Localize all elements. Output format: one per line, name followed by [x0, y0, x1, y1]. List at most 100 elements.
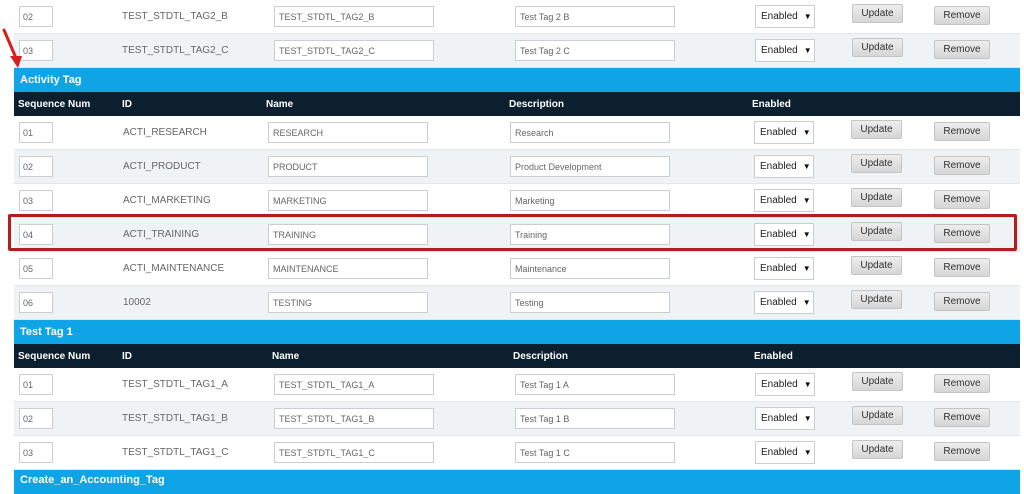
tag-name-input[interactable]: [274, 374, 434, 395]
enabled-select-value: Enabled: [760, 297, 797, 308]
update-button[interactable]: Update: [851, 188, 902, 207]
tag-table-container: TEST_STDTL_TAG2_B Enabled ▼ Update Remove TES…: [14, 0, 1020, 494]
tag-description-input[interactable]: [515, 442, 675, 463]
tag-description-input[interactable]: [515, 374, 675, 395]
update-button[interactable]: Update: [852, 38, 903, 57]
enabled-select[interactable]: Enabled ▼: [755, 373, 815, 396]
sequence-num-input[interactable]: [19, 122, 53, 143]
tag-description-input[interactable]: [515, 6, 675, 27]
tag-name-input[interactable]: [268, 122, 428, 143]
chevron-down-icon: ▼: [803, 414, 812, 423]
tag-description-input[interactable]: [510, 156, 670, 177]
tag-id: 10002: [123, 297, 151, 308]
tag-description-input[interactable]: [510, 292, 670, 313]
header-sequence-num: Sequence Num: [18, 351, 91, 362]
table-row: TEST_STDTL_TAG1_C Enabled ▼ Update Remove: [14, 436, 1020, 470]
enabled-select[interactable]: Enabled ▼: [754, 189, 814, 212]
remove-button[interactable]: Remove: [934, 374, 990, 393]
header-id: ID: [122, 99, 132, 110]
section-title-next: Create_an_Accounting_Tag: [14, 470, 1020, 494]
update-button[interactable]: Update: [852, 4, 903, 23]
remove-button[interactable]: Remove: [934, 292, 990, 311]
sequence-num-input[interactable]: [19, 6, 53, 27]
tag-description-input[interactable]: [510, 122, 670, 143]
update-button[interactable]: Update: [851, 120, 902, 139]
sequence-num-input[interactable]: [19, 156, 53, 177]
remove-button[interactable]: Remove: [934, 6, 990, 25]
remove-button[interactable]: Remove: [934, 190, 990, 209]
table-header-tag1: Sequence Num ID Name Description Enabled: [14, 344, 1020, 368]
enabled-select[interactable]: Enabled ▼: [755, 5, 815, 28]
chevron-down-icon: ▼: [802, 128, 811, 137]
tag-description-input[interactable]: [515, 40, 675, 61]
header-enabled: Enabled: [752, 99, 791, 110]
update-button[interactable]: Update: [852, 372, 903, 391]
update-button[interactable]: Update: [852, 406, 903, 425]
tag-name-input[interactable]: [274, 442, 434, 463]
enabled-select[interactable]: Enabled ▼: [754, 291, 814, 314]
tag-name-input[interactable]: [268, 156, 428, 177]
sequence-num-input[interactable]: [19, 408, 53, 429]
tag-name-input[interactable]: [268, 258, 428, 279]
tag-id: TEST_STDTL_TAG1_A: [122, 379, 228, 390]
tag-name-input[interactable]: [274, 408, 434, 429]
header-sequence-num: Sequence Num: [18, 99, 91, 110]
table-row: ACTI_MARKETING Enabled ▼ Update Remove: [14, 184, 1020, 218]
table-row: ACTI_TRAINING Enabled ▼ Update Remove: [14, 218, 1020, 252]
tag-description-input[interactable]: [510, 258, 670, 279]
update-button[interactable]: Update: [852, 440, 903, 459]
enabled-select-value: Enabled: [760, 161, 797, 172]
table-row: ACTI_PRODUCT Enabled ▼ Update Remove: [14, 150, 1020, 184]
tag-description-input[interactable]: [515, 408, 675, 429]
update-button[interactable]: Update: [851, 222, 902, 241]
enabled-select[interactable]: Enabled ▼: [755, 39, 815, 62]
remove-button[interactable]: Remove: [934, 224, 990, 243]
enabled-select-value: Enabled: [760, 127, 797, 138]
tag-name-input[interactable]: [274, 6, 434, 27]
table-row: 10002 Enabled ▼ Update Remove: [14, 286, 1020, 320]
sequence-num-input[interactable]: [19, 224, 53, 245]
remove-button[interactable]: Remove: [934, 442, 990, 461]
remove-button[interactable]: Remove: [934, 258, 990, 277]
remove-button[interactable]: Remove: [934, 408, 990, 427]
enabled-select-value: Enabled: [761, 447, 798, 458]
sequence-num-input[interactable]: [19, 258, 53, 279]
enabled-select-value: Enabled: [760, 195, 797, 206]
tag-name-input[interactable]: [268, 224, 428, 245]
tag-description-input[interactable]: [510, 190, 670, 211]
chevron-down-icon: ▼: [802, 298, 811, 307]
tag-id: TEST_STDTL_TAG2_C: [122, 45, 229, 56]
enabled-select[interactable]: Enabled ▼: [755, 441, 815, 464]
remove-button[interactable]: Remove: [934, 40, 990, 59]
chevron-down-icon: ▼: [802, 162, 811, 171]
update-button[interactable]: Update: [851, 256, 902, 275]
update-button[interactable]: Update: [851, 154, 902, 173]
tag-description-input[interactable]: [510, 224, 670, 245]
sequence-num-input[interactable]: [19, 292, 53, 313]
enabled-select-value: Enabled: [761, 413, 798, 424]
remove-button[interactable]: Remove: [934, 156, 990, 175]
chevron-down-icon: ▼: [802, 264, 811, 273]
enabled-select-value: Enabled: [760, 229, 797, 240]
sequence-num-input[interactable]: [19, 442, 53, 463]
tag1-section-rows: TEST_STDTL_TAG1_AEnabled▼UpdateRemoveTES…: [14, 368, 1020, 470]
tag-name-input[interactable]: [274, 40, 434, 61]
tag-id: TEST_STDTL_TAG2_B: [122, 11, 228, 22]
enabled-select[interactable]: Enabled ▼: [754, 257, 814, 280]
enabled-select[interactable]: Enabled ▼: [754, 121, 814, 144]
chevron-down-icon: ▼: [803, 12, 812, 21]
sequence-num-input[interactable]: [19, 190, 53, 211]
tag-name-input[interactable]: [268, 292, 428, 313]
sequence-num-input[interactable]: [19, 374, 53, 395]
enabled-select[interactable]: Enabled ▼: [755, 407, 815, 430]
enabled-select[interactable]: Enabled ▼: [754, 223, 814, 246]
update-button[interactable]: Update: [851, 290, 902, 309]
tag-id: ACTI_TRAINING: [123, 229, 200, 240]
tag-name-input[interactable]: [268, 190, 428, 211]
remove-button[interactable]: Remove: [934, 122, 990, 141]
header-enabled: Enabled: [754, 351, 793, 362]
tag-id: ACTI_MAINTENANCE: [123, 263, 225, 274]
chevron-down-icon: ▼: [803, 448, 812, 457]
red-arrow-icon: [2, 28, 22, 68]
enabled-select[interactable]: Enabled ▼: [754, 155, 814, 178]
